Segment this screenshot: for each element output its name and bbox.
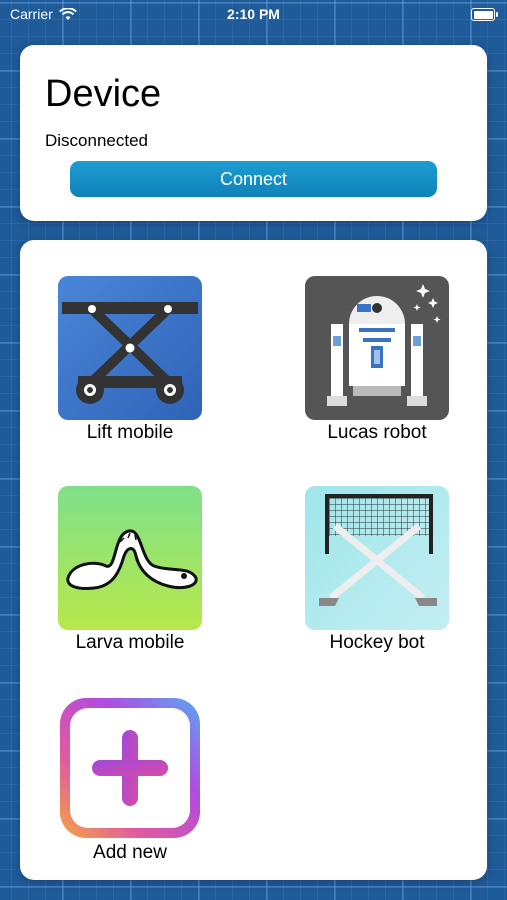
projects-grid: Lift mobile Lucas robot Larva mobile Hoc… bbox=[20, 240, 487, 880]
device-card: Device Disconnected Connect bbox=[20, 45, 487, 221]
status-bar: Carrier 2:10 PM bbox=[0, 0, 507, 30]
scissor-lift-icon bbox=[58, 276, 202, 420]
hockey-goal-icon bbox=[305, 486, 449, 630]
plus-icon bbox=[58, 696, 202, 840]
project-label: Lucas robot bbox=[327, 422, 427, 443]
project-label: Lift mobile bbox=[86, 422, 174, 443]
larva-icon bbox=[58, 486, 202, 630]
connect-button[interactable]: Connect bbox=[70, 161, 437, 197]
project-label: Larva mobile bbox=[75, 632, 185, 653]
project-tile-larva-mobile[interactable]: Larva mobile bbox=[50, 486, 210, 654]
project-label: Hockey bot bbox=[329, 632, 425, 653]
project-tile-lift-mobile[interactable]: Lift mobile bbox=[50, 276, 210, 444]
add-new-button[interactable]: Add new bbox=[50, 696, 210, 864]
project-tile-hockey-bot[interactable]: Hockey bot bbox=[297, 486, 457, 654]
battery-icon bbox=[471, 8, 498, 21]
project-tile-lucas-robot[interactable]: Lucas robot bbox=[297, 276, 457, 444]
add-new-label: Add new bbox=[93, 842, 167, 863]
droid-robot-icon bbox=[305, 276, 449, 420]
connection-status: Disconnected bbox=[45, 131, 149, 150]
status-time: 2:10 PM bbox=[227, 6, 280, 22]
device-title: Device bbox=[45, 73, 162, 115]
